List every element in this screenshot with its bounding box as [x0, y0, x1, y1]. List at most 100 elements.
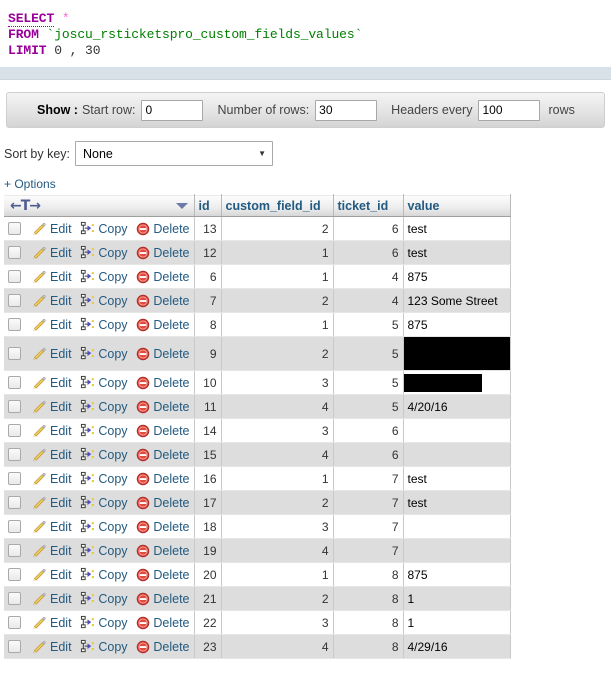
copy-link[interactable]: Copy	[98, 568, 127, 582]
copy-link[interactable]: Copy	[98, 616, 127, 630]
edit-link[interactable]: Edit	[50, 520, 72, 534]
row-select-checkbox[interactable]	[8, 496, 21, 509]
copy-icon	[80, 447, 95, 462]
row-select-checkbox[interactable]	[8, 592, 21, 605]
delete-link[interactable]: Delete	[153, 616, 189, 630]
copy-link[interactable]: Copy	[98, 592, 127, 606]
copy-link[interactable]: Copy	[98, 270, 127, 284]
copy-link[interactable]: Copy	[98, 376, 127, 390]
copy-link[interactable]: Copy	[98, 246, 127, 260]
edit-link[interactable]: Edit	[50, 424, 72, 438]
delete-circle-icon	[136, 222, 150, 236]
delete-link[interactable]: Delete	[153, 222, 189, 236]
copy-link[interactable]: Copy	[98, 496, 127, 510]
copy-link[interactable]: Copy	[98, 400, 127, 414]
delete-link[interactable]: Delete	[153, 568, 189, 582]
cell-custom-field-id: 2	[221, 216, 334, 241]
delete-link[interactable]: Delete	[153, 400, 189, 414]
copy-link[interactable]: Copy	[98, 472, 127, 486]
delete-link[interactable]: Delete	[153, 270, 189, 284]
pencil-icon	[32, 221, 47, 236]
delete-link[interactable]: Delete	[153, 520, 189, 534]
number-of-rows-input[interactable]	[315, 99, 378, 121]
row-select-checkbox[interactable]	[8, 544, 21, 557]
delete-circle-icon	[136, 448, 150, 462]
row-select-checkbox[interactable]	[8, 448, 21, 461]
delete-link[interactable]: Delete	[153, 640, 189, 654]
edit-link[interactable]: Edit	[50, 246, 72, 260]
pencil-icon	[32, 639, 47, 654]
delete-link[interactable]: Delete	[153, 294, 189, 308]
edit-link[interactable]: Edit	[50, 400, 72, 414]
edit-link[interactable]: Edit	[50, 376, 72, 390]
row-nav-header[interactable]: ←T→	[4, 194, 195, 217]
edit-link[interactable]: Edit	[50, 222, 72, 236]
row-select-checkbox[interactable]	[8, 472, 21, 485]
options-toggle-link[interactable]: + Options	[4, 177, 611, 191]
copy-icon	[80, 375, 95, 390]
delete-link[interactable]: Delete	[153, 544, 189, 558]
delete-link[interactable]: Delete	[153, 376, 189, 390]
row-select-checkbox[interactable]	[8, 222, 21, 235]
delete-circle-icon	[136, 592, 150, 606]
row-select-checkbox[interactable]	[8, 294, 21, 307]
row-select-checkbox[interactable]	[8, 270, 21, 283]
delete-link[interactable]: Delete	[153, 592, 189, 606]
copy-link[interactable]: Copy	[98, 222, 127, 236]
edit-link[interactable]: Edit	[50, 347, 72, 361]
start-row-input[interactable]	[141, 99, 204, 121]
copy-link[interactable]: Copy	[98, 520, 127, 534]
row-select-checkbox[interactable]	[8, 400, 21, 413]
row-select-checkbox[interactable]	[8, 424, 21, 437]
edit-link[interactable]: Edit	[50, 448, 72, 462]
row-select-checkbox[interactable]	[8, 376, 21, 389]
edit-link[interactable]: Edit	[50, 496, 72, 510]
row-select-checkbox[interactable]	[8, 318, 21, 331]
copy-link[interactable]: Copy	[98, 544, 127, 558]
edit-link[interactable]: Edit	[50, 294, 72, 308]
sort-by-key-select[interactable]: None ▼	[75, 141, 273, 166]
row-select-checkbox[interactable]	[8, 640, 21, 653]
delete-link[interactable]: Delete	[153, 246, 189, 260]
edit-link[interactable]: Edit	[50, 568, 72, 582]
edit-link[interactable]: Edit	[50, 472, 72, 486]
copy-icon	[80, 399, 95, 414]
edit-link[interactable]: Edit	[50, 640, 72, 654]
row-select-checkbox[interactable]	[8, 616, 21, 629]
copy-link[interactable]: Copy	[98, 448, 127, 462]
headers-every-input[interactable]	[478, 99, 541, 121]
pencil-icon	[32, 346, 47, 361]
delete-circle-icon	[136, 520, 150, 534]
delete-link[interactable]: Delete	[153, 424, 189, 438]
delete-circle-icon	[136, 424, 150, 438]
edit-link[interactable]: Edit	[50, 592, 72, 606]
delete-link[interactable]: Delete	[153, 318, 189, 332]
chevron-down-icon[interactable]	[175, 202, 188, 209]
row-actions-cell: Edit Copy Delete	[4, 240, 195, 265]
delete-link[interactable]: Delete	[153, 347, 189, 361]
copy-link[interactable]: Copy	[98, 347, 127, 361]
cell-ticket-id: 7	[333, 538, 404, 563]
pencil-icon	[32, 615, 47, 630]
column-header-id[interactable]: id	[194, 194, 222, 217]
delete-link[interactable]: Delete	[153, 496, 189, 510]
column-header-value[interactable]: value	[403, 194, 511, 217]
column-header-custom-field-id[interactable]: custom_field_id	[221, 194, 334, 217]
row-select-checkbox[interactable]	[8, 347, 21, 360]
edit-link[interactable]: Edit	[50, 270, 72, 284]
delete-link[interactable]: Delete	[153, 472, 189, 486]
row-select-checkbox[interactable]	[8, 246, 21, 259]
copy-link[interactable]: Copy	[98, 640, 127, 654]
cell-id: 10	[194, 370, 222, 395]
edit-link[interactable]: Edit	[50, 544, 72, 558]
copy-link[interactable]: Copy	[98, 424, 127, 438]
row-select-checkbox[interactable]	[8, 520, 21, 533]
delete-link[interactable]: Delete	[153, 448, 189, 462]
copy-link[interactable]: Copy	[98, 294, 127, 308]
edit-link[interactable]: Edit	[50, 318, 72, 332]
row-select-checkbox[interactable]	[8, 568, 21, 581]
edit-link[interactable]: Edit	[50, 616, 72, 630]
column-header-ticket-id[interactable]: ticket_id	[333, 194, 404, 217]
copy-link[interactable]: Copy	[98, 318, 127, 332]
cell-value: 4/29/16	[403, 634, 511, 659]
